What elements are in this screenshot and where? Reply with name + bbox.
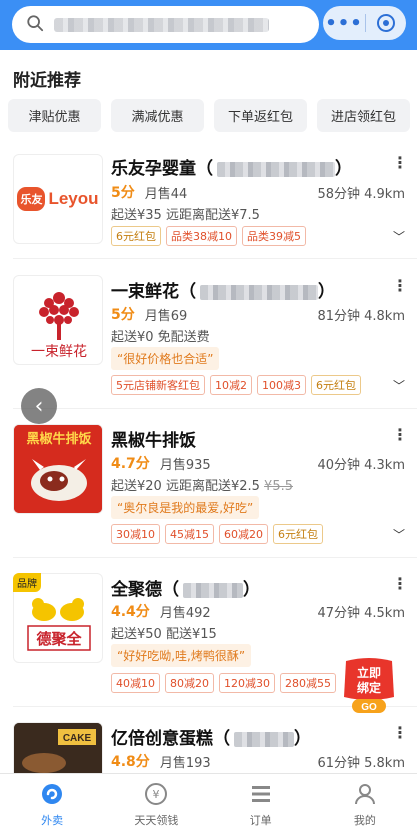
tab-profile[interactable]: 我的 bbox=[313, 774, 417, 836]
brand-badge: 品牌 bbox=[13, 573, 41, 592]
store-name: 乐友孕婴童（） bbox=[111, 159, 352, 179]
bottom-tab-bar: 外卖 ¥ 天天领钱 订单 我的 bbox=[0, 773, 417, 836]
tab-daily-money[interactable]: ¥ 天天领钱 bbox=[104, 774, 208, 836]
store-name: 黑椒牛排饭 bbox=[111, 431, 196, 451]
store-logo: 黑椒牛排饭 bbox=[13, 424, 103, 514]
svg-text:一束鲜花: 一束鲜花 bbox=[31, 344, 87, 360]
review-quote: “奥尔良是我的最爱,好吃” bbox=[111, 496, 260, 519]
chevron-down-icon[interactable]: ﹀ bbox=[393, 228, 405, 245]
store-stats: 4.7分 月售935 40分钟 4.3km bbox=[111, 456, 405, 473]
svg-text:绑定: 绑定 bbox=[357, 680, 381, 695]
back-icon[interactable]: ‹ bbox=[21, 388, 57, 424]
bind-promo-badge[interactable]: 立即 绑定 GO bbox=[338, 655, 400, 715]
svg-text:德聚全: 德聚全 bbox=[36, 630, 82, 648]
more-options-icon[interactable]: ⋮ bbox=[392, 425, 408, 444]
store-logo: 一束鲜花 bbox=[13, 275, 103, 365]
store-logo: 乐友 Leyou bbox=[13, 154, 103, 244]
divider bbox=[13, 258, 417, 259]
store-name: 全聚德（） bbox=[111, 580, 260, 600]
svg-text:黑椒牛排饭: 黑椒牛排饭 bbox=[26, 431, 91, 447]
more-options-icon[interactable]: ⋮ bbox=[392, 723, 408, 742]
filter-bar: 津贴优惠 满减优惠 下单返红包 进店领红包 bbox=[8, 99, 410, 132]
store-name: 一束鲜花（） bbox=[111, 282, 335, 302]
store-tags: 5元店铺新客红包 10减2 100减3 6元红包 bbox=[111, 375, 361, 395]
store-stats: 4.4分 月售492 47分钟 4.5km bbox=[111, 604, 405, 621]
divider bbox=[13, 557, 417, 558]
store-logo: CAKE bbox=[13, 722, 103, 774]
user-icon bbox=[353, 782, 377, 806]
store-tags: 6元红包 品类38减10 品类39减5 bbox=[111, 226, 306, 246]
store-stats: 5分 月售44 58分钟 4.9km bbox=[111, 185, 405, 202]
svg-text:GO: GO bbox=[361, 702, 377, 713]
svg-text:立即: 立即 bbox=[357, 665, 381, 680]
review-quote: “很好价格也合适” bbox=[111, 347, 220, 370]
header-bar: ••• bbox=[0, 0, 417, 50]
search-blurred-text bbox=[54, 17, 269, 32]
store-delivery: 起送¥50 配送¥15 bbox=[111, 627, 217, 642]
store-tags: 30减10 45减15 60减20 6元红包 bbox=[111, 524, 323, 544]
review-quote: “好好吃呦,哇,烤鸭很酥” bbox=[111, 644, 252, 667]
store-name: 亿倍创意蛋糕（） bbox=[111, 729, 311, 749]
more-icon[interactable]: ••• bbox=[323, 13, 365, 34]
svg-text:CAKE: CAKE bbox=[63, 733, 92, 744]
search-icon bbox=[26, 14, 44, 36]
filter-discount[interactable]: 满减优惠 bbox=[111, 99, 204, 132]
store-stats: 4.8分 月售193 61分钟 5.8km bbox=[111, 754, 405, 771]
miniprogram-capsule: ••• bbox=[323, 6, 406, 40]
filter-cashback[interactable]: 下单返红包 bbox=[214, 99, 307, 132]
store-delivery: 起送¥0 免配送费 bbox=[111, 330, 210, 345]
close-miniprogram-icon[interactable] bbox=[366, 14, 406, 32]
takeaway-icon bbox=[40, 782, 64, 806]
tab-takeaway[interactable]: 外卖 bbox=[0, 774, 104, 836]
chevron-down-icon[interactable]: ﹀ bbox=[393, 526, 405, 543]
store-tags: 40减10 80减20 120减30 280减55 bbox=[111, 673, 336, 693]
more-options-icon[interactable]: ⋮ bbox=[392, 574, 408, 593]
list-icon bbox=[249, 782, 273, 806]
svg-text:¥: ¥ bbox=[153, 788, 160, 801]
coin-icon: ¥ bbox=[144, 782, 168, 806]
store-stats: 5分 月售69 81分钟 4.8km bbox=[111, 307, 405, 324]
more-options-icon[interactable]: ⋮ bbox=[392, 153, 408, 172]
tab-orders[interactable]: 订单 bbox=[209, 774, 313, 836]
chevron-down-icon[interactable]: ﹀ bbox=[393, 377, 405, 394]
search-bar[interactable] bbox=[12, 6, 319, 43]
store-delivery: 起送¥35 远距离配送¥7.5 bbox=[111, 208, 260, 223]
divider bbox=[13, 408, 417, 409]
store-delivery: 起送¥20 远距离配送¥2.5 ¥5.5 bbox=[111, 479, 293, 494]
filter-subsidy[interactable]: 津贴优惠 bbox=[8, 99, 101, 132]
more-options-icon[interactable]: ⋮ bbox=[392, 276, 408, 295]
filter-store-coupon[interactable]: 进店领红包 bbox=[317, 99, 410, 132]
section-title: 附近推荐 bbox=[13, 71, 81, 91]
